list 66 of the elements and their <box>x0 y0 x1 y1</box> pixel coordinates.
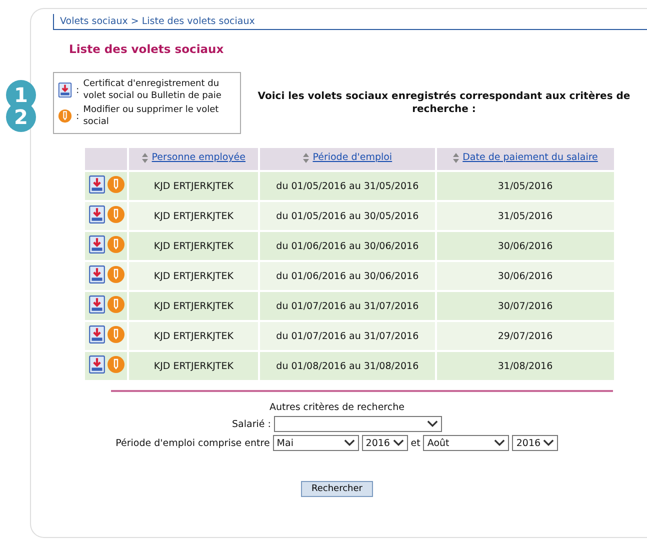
table-cell: 30/06/2016 <box>436 232 614 260</box>
pdf-download-icon[interactable] <box>88 205 106 224</box>
period-label: Période d'emploi comprise entre <box>116 438 270 448</box>
column-sort-link[interactable]: Période d'emploi <box>312 152 392 164</box>
pencil-icon[interactable] <box>106 355 124 374</box>
employee-label: Salarié : <box>232 418 271 430</box>
month-select[interactable]: Mai <box>272 435 359 451</box>
table-cell: KJD ERTJERKJTEK <box>129 292 258 320</box>
table-cell: 29/07/2016 <box>436 322 614 350</box>
breadcrumb[interactable]: Volets sociaux > Liste des volets sociaux <box>53 14 647 30</box>
table-cell: KJD ERTJERKJTEK <box>129 352 258 380</box>
table-cell: 31/05/2016 <box>436 202 614 230</box>
chevron-down-icon <box>344 439 355 447</box>
sort-icon[interactable] <box>452 152 459 163</box>
table-cell: 30/07/2016 <box>436 292 614 320</box>
table-cell: du 01/05/2016 au 31/05/2016 <box>260 172 434 200</box>
table-cell: KJD ERTJERKJTEK <box>129 172 258 200</box>
year-select[interactable]: 2016 <box>362 435 408 451</box>
month-select[interactable]: Août <box>423 435 510 451</box>
table-cell: KJD ERTJERKJTEK <box>129 232 258 260</box>
pencil-icon[interactable] <box>106 175 124 194</box>
page-title: Liste des volets sociaux <box>69 42 225 56</box>
header-cell <box>85 148 127 170</box>
table-cell: du 01/06/2016 au 30/06/2016 <box>260 262 434 290</box>
and-label: et <box>410 438 420 448</box>
chevron-down-icon <box>426 420 438 428</box>
pdf-download-icon[interactable] <box>88 265 106 284</box>
table-cell: KJD ERTJERKJTEK <box>129 202 258 230</box>
search-heading: Autres critères de recherche <box>270 402 404 413</box>
pdf-download-icon[interactable] <box>88 325 106 344</box>
pencil-icon[interactable] <box>106 265 124 284</box>
table-cell: 30/06/2016 <box>436 262 614 290</box>
pencil-icon <box>58 108 72 124</box>
year-select[interactable]: 2016 <box>512 435 558 451</box>
table-cell: du 01/07/2016 au 31/07/2016 <box>260 292 434 320</box>
table-cell: du 01/05/2016 au 30/05/2016 <box>260 202 434 230</box>
legend-colon: : <box>76 84 80 96</box>
chevron-down-icon <box>494 439 506 447</box>
sort-icon[interactable] <box>302 152 309 163</box>
pdf-download-icon[interactable] <box>88 175 106 194</box>
table-cell: 31/08/2016 <box>436 352 614 380</box>
sort-icon[interactable] <box>142 152 148 163</box>
table-cell: du 01/06/2016 au 30/06/2016 <box>260 232 434 260</box>
intro-text: Voici les volets sociaux enregistrés correspondant aux critères de recherche : <box>256 90 632 116</box>
table-cell: 31/05/2016 <box>436 172 614 200</box>
table-cell: du 01/08/2016 au 31/08/2016 <box>260 352 434 380</box>
pdf-download-icon[interactable] <box>88 355 106 374</box>
column-sort-link[interactable]: Personne employée <box>152 152 246 164</box>
employee-select[interactable] <box>274 416 442 432</box>
column-sort-link[interactable]: Date de paiement du salaire <box>462 152 598 164</box>
table-cell: KJD ERTJERKJTEK <box>129 322 258 350</box>
legend-text: Certificat d'enregistrement du volet social ou Bulletin de paie <box>83 78 222 102</box>
pdf-download-icon[interactable] <box>88 235 106 254</box>
chevron-down-icon <box>543 439 554 447</box>
chevron-down-icon <box>392 439 404 447</box>
pencil-icon[interactable] <box>106 235 124 254</box>
table-cell: KJD ERTJERKJTEK <box>129 262 258 290</box>
table-cell: du 01/07/2016 au 31/07/2016 <box>260 322 434 350</box>
pencil-icon[interactable] <box>106 325 124 344</box>
pencil-icon[interactable] <box>106 295 124 314</box>
legend-colon: : <box>76 110 80 122</box>
pdf-download-icon <box>58 82 72 98</box>
pencil-icon[interactable] <box>106 205 124 224</box>
legend-text: Modifier ou supprimer le volet social <box>83 104 220 128</box>
pdf-download-icon[interactable] <box>88 295 106 314</box>
search-button[interactable]: Rechercher <box>300 481 374 497</box>
